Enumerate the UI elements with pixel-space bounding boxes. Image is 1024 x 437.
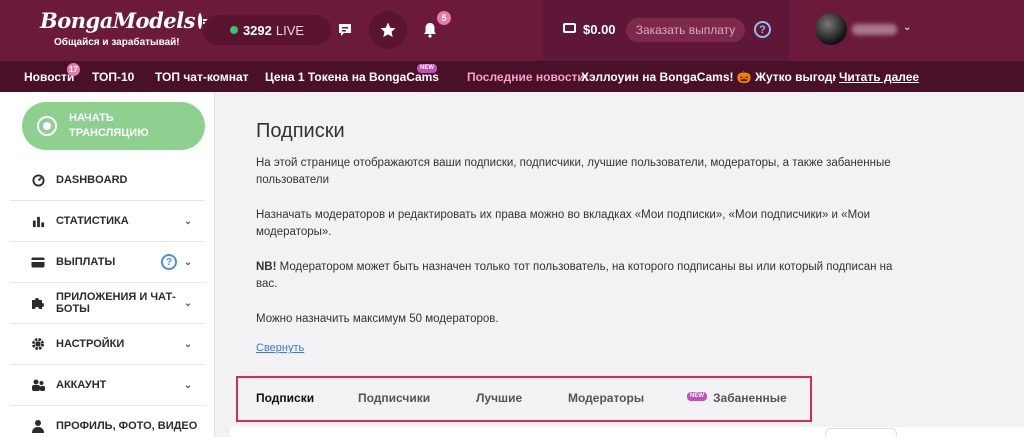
page-title: Подписки bbox=[256, 120, 345, 142]
notifications-badge: 5 bbox=[437, 11, 451, 25]
description-paragraph: Можно назначить максимум 50 модераторов. bbox=[256, 313, 499, 325]
sidebar-item-label: ПРИЛОЖЕНИЯ И ЧАТ-БОТЫ bbox=[56, 291, 176, 315]
nb-paragraph: NB! Модератором может быть назначен толь… bbox=[256, 259, 896, 293]
search-field[interactable] bbox=[825, 428, 897, 437]
collapse-link[interactable]: Свернуть bbox=[256, 342, 304, 354]
description-paragraph: На этой странице отображаются ваши подпи… bbox=[256, 157, 891, 186]
chevron-down-icon[interactable]: ⌄ bbox=[181, 298, 195, 309]
sidebar-item-label: НАСТРОЙКИ bbox=[56, 338, 125, 350]
messages-icon[interactable] bbox=[327, 12, 363, 48]
sidebar-item-payouts[interactable]: ВЫПЛАТЫ ? ⌄ bbox=[10, 242, 205, 283]
avatar[interactable] bbox=[815, 13, 847, 45]
new-badge: NEW bbox=[687, 392, 707, 401]
nb-text: Модератором может быть назначен только т… bbox=[256, 261, 893, 290]
users-icon bbox=[30, 378, 46, 392]
tab-moderators[interactable]: Модераторы bbox=[568, 391, 644, 405]
sidebar-item-label: ВЫПЛАТЫ bbox=[56, 256, 116, 268]
bar-chart-icon bbox=[30, 214, 46, 228]
help-icon[interactable]: ? bbox=[161, 254, 177, 270]
webcam-icon bbox=[37, 116, 57, 136]
latest-news-label: Последние новости: bbox=[467, 70, 589, 84]
chevron-down-icon[interactable]: ⌄ bbox=[903, 22, 911, 33]
nav-top10[interactable]: ТОП-10 bbox=[92, 70, 134, 84]
request-payout-button[interactable]: Заказать выплату bbox=[626, 18, 745, 42]
chevron-down-icon[interactable]: ⌄ bbox=[181, 380, 195, 391]
sidebar-item-label: DASHBOARD bbox=[56, 174, 128, 186]
sidebar-item-label: ПРОФИЛЬ, ФОТО, ВИДЕО bbox=[56, 420, 198, 432]
logo-tagline: Общайся и зарабатывай! bbox=[54, 37, 180, 48]
sidebar-item-label: АККАУНТ bbox=[56, 379, 107, 391]
nav-top-rooms[interactable]: ТОП чат-комнат bbox=[155, 70, 249, 84]
username-blurred[interactable] bbox=[852, 24, 897, 35]
wallet-icon bbox=[30, 255, 46, 269]
sidebar-item-label: СТАТИСТИКА bbox=[56, 215, 129, 227]
tab-subscribers[interactable]: Подписчики bbox=[358, 391, 430, 405]
nb-label: NB! bbox=[256, 261, 277, 273]
live-count: 3292 bbox=[242, 22, 272, 38]
live-label: LIVE bbox=[275, 22, 305, 38]
latest-news-text: Хэллоуин на BongaCams! 🎃 Жутко выгодное … bbox=[581, 70, 836, 84]
star-icon[interactable] bbox=[369, 11, 407, 49]
read-more-link[interactable]: Читать далее bbox=[839, 70, 919, 84]
gear-icon bbox=[30, 337, 46, 351]
start-broadcast-button[interactable]: НАЧАТЬ ТРАНСЛЯЦИЮ bbox=[22, 102, 205, 150]
wallet-icon bbox=[563, 23, 576, 33]
secondary-nav: Новости 17 ТОП-10 ТОП чат-комнат Цена 1 … bbox=[0, 61, 1024, 92]
chevron-down-icon[interactable]: ⌄ bbox=[181, 339, 195, 350]
sidebar-item-statistics[interactable]: СТАТИСТИКА ⌄ bbox=[10, 201, 205, 242]
tab-best[interactable]: Лучшие bbox=[476, 391, 522, 405]
live-counter-button[interactable]: 3292 LIVE bbox=[203, 15, 331, 45]
chevron-down-icon[interactable]: ⌄ bbox=[181, 216, 195, 227]
content-card bbox=[230, 427, 1024, 437]
tab-subscriptions[interactable]: Подписки bbox=[256, 391, 314, 405]
sidebar-item-settings[interactable]: НАСТРОЙКИ ⌄ bbox=[10, 324, 205, 365]
start-broadcast-label: НАЧАТЬ ТРАНСЛЯЦИЮ bbox=[69, 112, 149, 139]
chat-bubble-logo-icon bbox=[197, 12, 211, 29]
subscription-tabs: Подписки Подписчики Лучшие Модераторы NE… bbox=[236, 376, 812, 422]
main-content: Подписки На этой странице отображаются в… bbox=[230, 92, 1024, 437]
balance: $0.00 bbox=[583, 22, 616, 37]
logo[interactable]: BongaModels Общайся и зарабатывай! bbox=[40, 8, 211, 48]
logo-text: BongaModels bbox=[40, 8, 195, 33]
sidebar: НАЧАТЬ ТРАНСЛЯЦИЮ DASHBOARD СТАТИСТИКА ⌄… bbox=[0, 92, 215, 437]
live-dot-icon bbox=[229, 26, 238, 34]
sidebar-item-profile[interactable]: ПРОФИЛЬ, ФОТО, ВИДЕО bbox=[10, 406, 205, 437]
gauge-icon bbox=[30, 173, 46, 187]
description-paragraph: Назначать модераторов и редактировать их… bbox=[256, 209, 871, 238]
news-count-badge: 17 bbox=[67, 63, 80, 76]
new-badge: NEW bbox=[417, 64, 437, 73]
sidebar-item-account[interactable]: АККАУНТ ⌄ bbox=[10, 365, 205, 406]
sidebar-item-apps-bots[interactable]: ПРИЛОЖЕНИЯ И ЧАТ-БОТЫ ⌄ bbox=[10, 283, 205, 324]
chevron-down-icon[interactable]: ⌄ bbox=[181, 257, 195, 268]
nav-token-price[interactable]: Цена 1 Токена на BongaCams bbox=[265, 70, 439, 84]
tab-banned[interactable]: Забаненные bbox=[713, 391, 787, 405]
user-icon bbox=[30, 419, 46, 433]
help-icon[interactable]: ? bbox=[754, 21, 771, 38]
puzzle-icon bbox=[30, 296, 46, 310]
sidebar-item-dashboard[interactable]: DASHBOARD bbox=[10, 160, 205, 201]
